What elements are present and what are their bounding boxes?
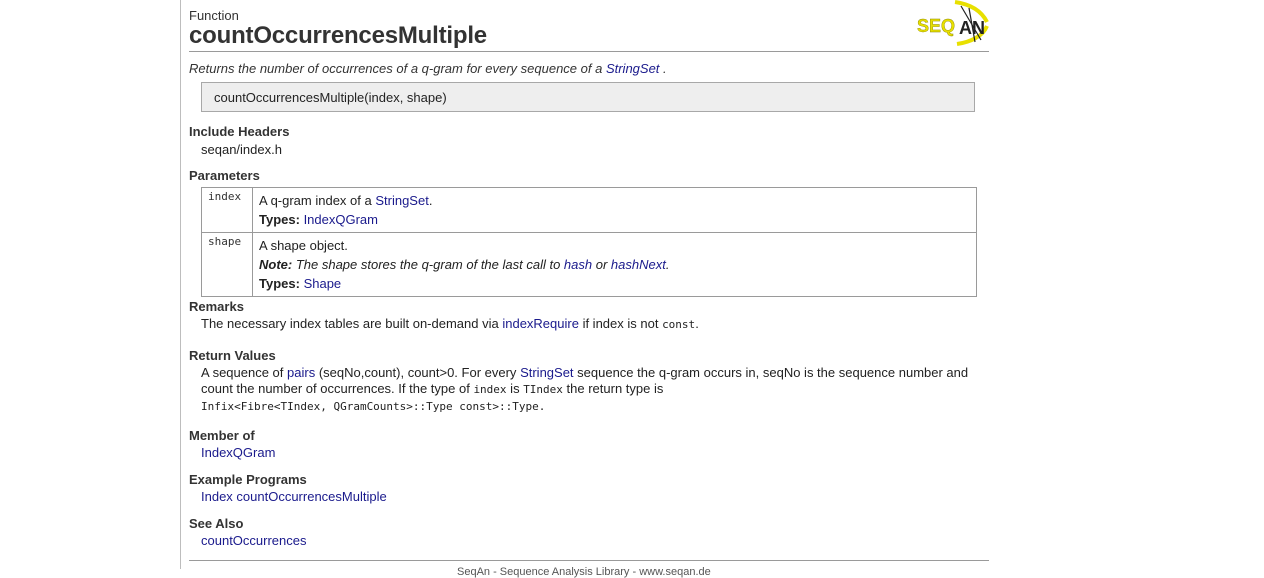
indexrequire-link[interactable]: indexRequire: [502, 316, 579, 331]
return-values-heading: Return Values: [189, 348, 276, 363]
return-type-code: Infix<Fibre<TIndex, QGramCounts>::Type c…: [201, 400, 546, 413]
param-desc-text: A q-gram index of a: [259, 193, 376, 208]
param-description: A shape object. Note: The shape stores t…: [252, 232, 977, 297]
summary: Returns the number of occurrences of a q…: [189, 61, 667, 76]
remarks-heading: Remarks: [189, 299, 244, 314]
summary-text: Returns the number of occurrences of a q…: [189, 61, 606, 76]
footer-text: SeqAn - Sequence Analysis Library - www.…: [457, 566, 711, 578]
param-desc-line: A shape object.: [259, 238, 348, 253]
return-text: (seqNo,count), count>0. For every: [315, 365, 521, 380]
index-code: index: [473, 383, 507, 396]
param-desc-line: A q-gram index of a StringSet.: [259, 191, 970, 210]
include-header-value: seqan/index.h: [201, 142, 282, 157]
return-values-text: A sequence of pairs (seqNo,count), count…: [201, 365, 977, 415]
shape-type-link[interactable]: Shape: [304, 276, 342, 291]
param-note-line: Note: The shape stores the q-gram of the…: [259, 255, 970, 274]
param-row-shape: shape A shape object. Note: The shape st…: [201, 232, 977, 297]
example-programs-heading: Example Programs: [189, 472, 307, 487]
member-of-heading: Member of: [189, 428, 255, 443]
svg-text:AN: AN: [959, 18, 985, 38]
note-or: or: [592, 257, 611, 272]
stringset-link[interactable]: StringSet: [520, 365, 573, 380]
return-text: is: [506, 381, 524, 396]
remarks-middle: if index is not: [578, 316, 663, 331]
parameters-table: index A q-gram index of a StringSet. Typ…: [201, 187, 977, 297]
remarks-end: .: [695, 316, 699, 331]
see-also-value: countOccurrences: [201, 533, 307, 548]
indexqgram-type-link[interactable]: IndexQGram: [304, 212, 378, 227]
hash-link[interactable]: hash: [564, 257, 592, 272]
param-desc-end: .: [428, 193, 433, 208]
seqan-logo[interactable]: SEQ AN: [917, 0, 989, 46]
example-program-link[interactable]: Index countOccurrencesMultiple: [201, 489, 387, 504]
see-also-heading: See Also: [189, 516, 244, 531]
note-text: The shape stores the q-gram of the last …: [292, 257, 564, 272]
stringset-link[interactable]: StringSet: [375, 193, 428, 208]
pairs-link[interactable]: pairs: [287, 365, 315, 380]
signature-box: countOccurrencesMultiple(index, shape): [201, 82, 975, 112]
member-of-value: IndexQGram: [201, 445, 275, 460]
param-types-line: Types: IndexQGram: [259, 210, 970, 229]
param-description: A q-gram index of a StringSet. Types: In…: [252, 187, 977, 233]
param-types-line: Types: Shape: [259, 274, 970, 293]
note-label: Note:: [259, 257, 293, 272]
param-row-index: index A q-gram index of a StringSet. Typ…: [201, 187, 977, 233]
param-name: shape: [201, 232, 253, 297]
indexqgram-link[interactable]: IndexQGram: [201, 445, 275, 460]
parameters-heading: Parameters: [189, 168, 260, 183]
types-label: Types:: [259, 212, 300, 227]
note-end: .: [665, 257, 670, 272]
remarks-text: The necessary index tables are built on-…: [201, 316, 699, 332]
param-name: index: [201, 187, 253, 233]
page-title: countOccurrencesMultiple: [189, 22, 487, 49]
example-programs-value: Index countOccurrencesMultiple: [201, 489, 387, 504]
return-text: A sequence of: [201, 365, 288, 380]
left-frame-border: [180, 0, 181, 569]
summary-end: .: [659, 61, 667, 76]
include-headers-heading: Include Headers: [189, 124, 290, 139]
header-divider: [189, 51, 989, 52]
entity-kind-label: Function: [189, 8, 239, 23]
hashnext-link[interactable]: hashNext: [611, 257, 666, 272]
footer-divider: [189, 560, 989, 561]
const-code: const: [662, 318, 696, 331]
tindex-code: TIndex: [523, 383, 563, 396]
types-label: Types:: [259, 276, 300, 291]
svg-text:SEQ: SEQ: [917, 16, 955, 36]
summary-stringset-link[interactable]: StringSet: [606, 61, 659, 76]
remarks-before: The necessary index tables are built on-…: [201, 316, 503, 331]
countoccurrences-link[interactable]: countOccurrences: [201, 533, 307, 548]
return-text: the return type is: [562, 381, 664, 396]
